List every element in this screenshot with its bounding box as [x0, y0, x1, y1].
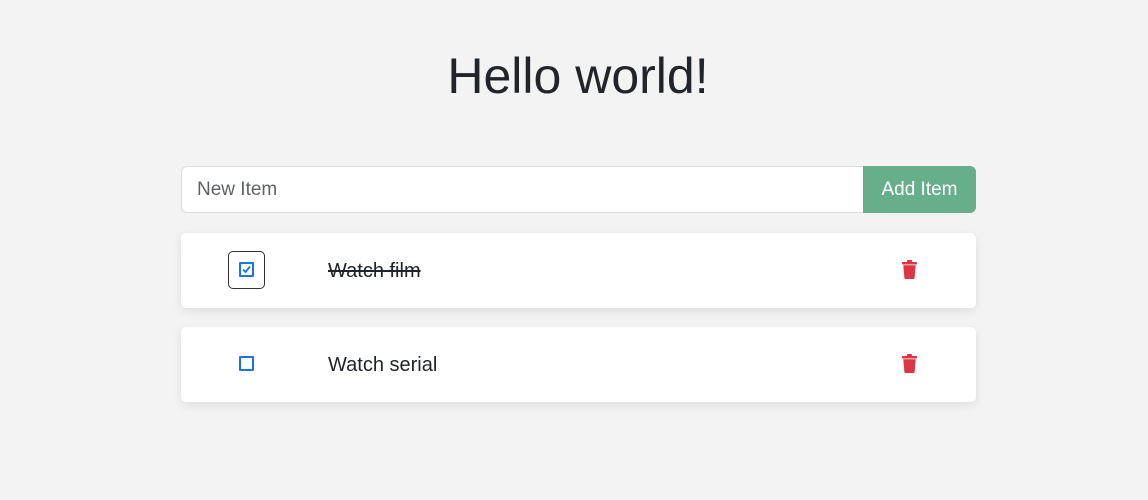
todo-item-text: Watch serial: [328, 354, 438, 376]
todo-item-text: Watch film: [328, 260, 421, 282]
add-item-form: Add Item: [181, 166, 976, 213]
todo-page: Hello world! Add Item Watch film Watch s…: [0, 0, 1148, 500]
todo-item: Watch serial: [181, 327, 976, 402]
checkbox-checked-icon[interactable]: [239, 262, 254, 277]
todo-item: Watch film: [181, 233, 976, 308]
checkbox-empty-icon[interactable]: [239, 356, 254, 371]
new-item-input[interactable]: [181, 166, 863, 213]
trash-icon[interactable]: [902, 354, 917, 373]
trash-icon[interactable]: [902, 260, 917, 279]
page-title: Hello world!: [447, 48, 709, 104]
add-item-button[interactable]: Add Item: [863, 166, 976, 213]
